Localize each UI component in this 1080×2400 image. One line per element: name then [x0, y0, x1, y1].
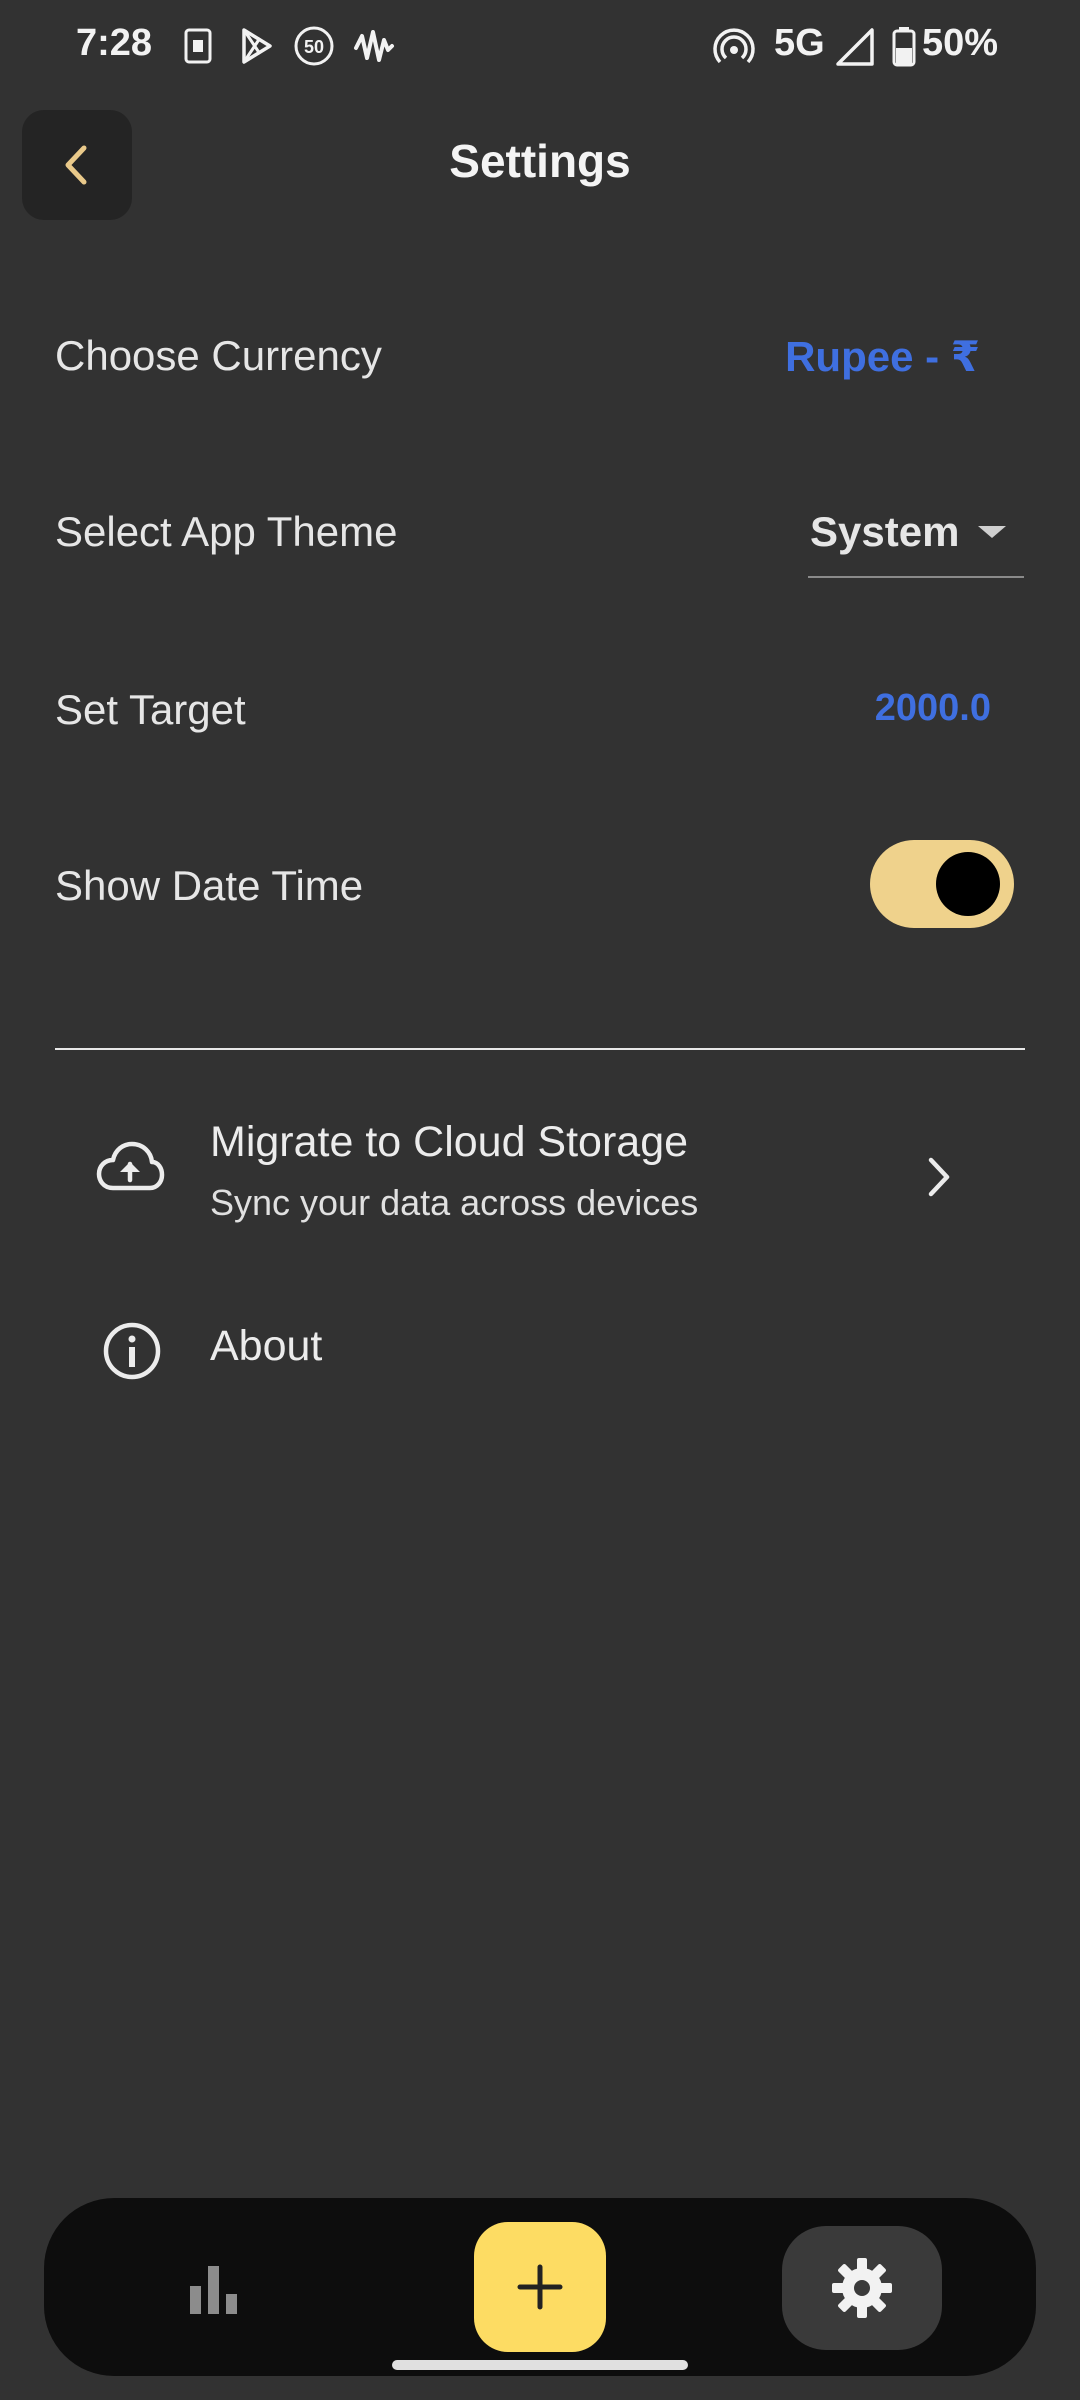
- hotspot-icon: [713, 28, 755, 64]
- status-time: 7:28: [76, 22, 153, 64]
- info-icon: [103, 1322, 161, 1380]
- theme-dropdown[interactable]: System: [808, 500, 1024, 578]
- migrate-cloud-title: Migrate to Cloud Storage: [210, 1118, 689, 1166]
- signal-icon: [836, 28, 874, 66]
- chevron-right-icon: [928, 1157, 950, 1197]
- about-title: About: [210, 1322, 323, 1370]
- home-indicator[interactable]: [392, 2360, 688, 2370]
- add-icon: [517, 2264, 563, 2310]
- svg-text:50: 50: [304, 37, 324, 57]
- date-time-label: Show Date Time: [55, 862, 364, 909]
- waveform-icon: [354, 30, 394, 62]
- play-store-icon: [242, 28, 272, 64]
- about-item[interactable]: About: [55, 1310, 1025, 1390]
- toggle-thumb: [936, 852, 1000, 916]
- theme-value: System: [810, 508, 960, 555]
- network-type: 5G: [774, 22, 825, 64]
- divider: [55, 1048, 1025, 1050]
- theme-label: Select App Theme: [55, 508, 398, 555]
- cloud-upload-icon: [96, 1141, 165, 1191]
- add-button[interactable]: [474, 2222, 606, 2352]
- battery-level: 50%: [922, 22, 999, 64]
- date-time-toggle[interactable]: [870, 840, 1014, 928]
- target-label: Set Target: [55, 686, 246, 733]
- settings-nav-button[interactable]: [782, 2226, 942, 2350]
- currency-label: Choose Currency: [55, 332, 382, 379]
- currency-selector[interactable]: Rupee - ₹: [785, 332, 980, 381]
- battery-icon: [892, 27, 916, 67]
- fifty-icon: 50: [294, 26, 334, 66]
- migrate-cloud-item[interactable]: Migrate to Cloud Storage Sync your data …: [55, 1110, 1025, 1230]
- bottom-nav: [44, 2198, 1036, 2376]
- page-title: Settings: [449, 135, 631, 187]
- target-value[interactable]: 2000.0: [875, 687, 991, 730]
- stats-icon[interactable]: [184, 2258, 244, 2318]
- migrate-cloud-subtitle: Sync your data across devices: [210, 1182, 699, 1223]
- settings-icon: [832, 2258, 892, 2318]
- status-bar: 7:28 50 5G 50%: [0, 0, 1080, 90]
- sim-icon: [184, 28, 212, 64]
- dropdown-arrow-icon: [978, 526, 1006, 538]
